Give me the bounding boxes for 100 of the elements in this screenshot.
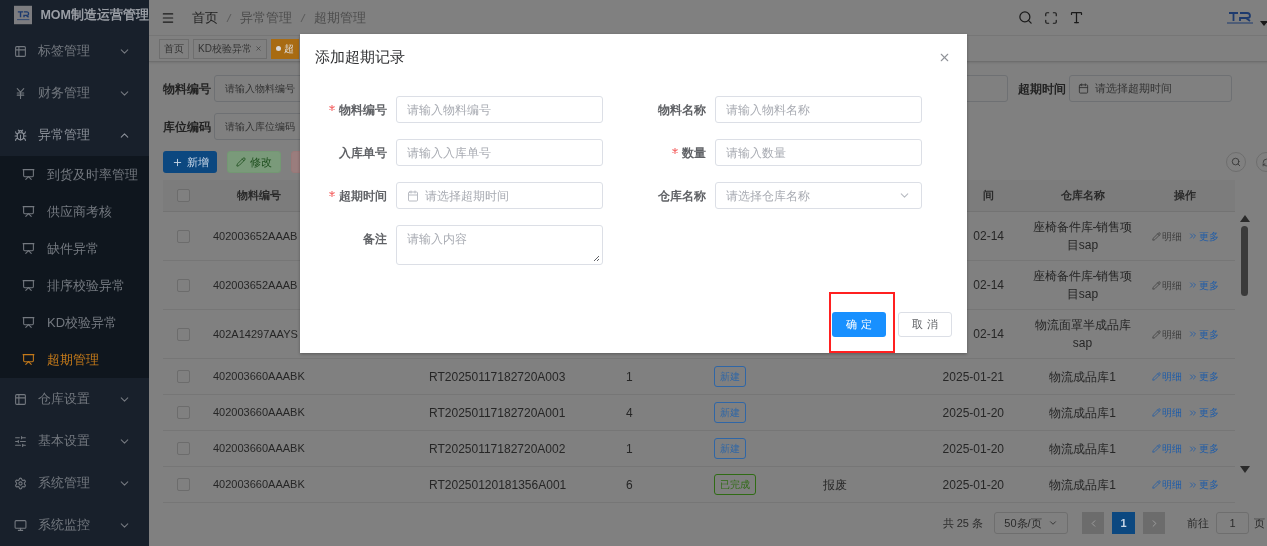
table-icon	[14, 44, 27, 58]
detail-link[interactable]: 明细	[1151, 228, 1182, 244]
sidebar-submenu-item[interactable]: 排序校验异常	[0, 267, 149, 304]
more-link[interactable]: 更多	[1187, 369, 1219, 384]
date-picker-field[interactable]: 请选择超期时间	[396, 182, 603, 209]
table-cell-text: 02-14	[973, 326, 1005, 343]
sidebar-menu-item[interactable]: 系统管理	[0, 462, 149, 504]
detail-link[interactable]: 明细	[1151, 326, 1182, 342]
table-cell-text: 2025-01-20	[942, 404, 1005, 422]
total-count: 共 25 条	[942, 515, 983, 531]
presentation-icon	[22, 353, 35, 366]
page-tab[interactable]: 超	[270, 38, 299, 59]
detail-link[interactable]: 明细	[1151, 405, 1182, 420]
textarea-field[interactable]: 请输入内容	[396, 225, 603, 265]
detail-link[interactable]: 明细	[1151, 441, 1182, 456]
more-link[interactable]: 更多	[1187, 277, 1219, 293]
pencil-icon	[236, 157, 246, 167]
presentation-icon	[22, 279, 35, 292]
select-field[interactable]: 请选择仓库名称	[715, 182, 922, 209]
table-cell-text: 02-14	[973, 277, 1005, 294]
scroll-up-icon[interactable]	[1239, 215, 1250, 222]
table-cell-text: 物流面罩半成品库sap	[1033, 317, 1132, 352]
sidebar-submenu-item[interactable]: 超期管理	[0, 341, 149, 378]
sidebar-menu-item[interactable]: 异常管理	[0, 114, 149, 156]
caret-down-icon[interactable]	[1260, 21, 1267, 26]
sidebar-menu-item[interactable]: 基本设置	[0, 420, 149, 462]
logo-icon	[14, 3, 33, 27]
field-label: 物料编号	[163, 80, 212, 98]
chevron-down-icon	[1047, 518, 1058, 528]
prev-page-button[interactable]	[1082, 512, 1104, 534]
table-cell-text: RT20250117182720A002	[428, 440, 567, 458]
separator-icon	[226, 12, 232, 23]
table-icon	[14, 392, 27, 406]
next-page-button[interactable]	[1143, 512, 1165, 534]
form-label: 入库单号	[339, 144, 387, 162]
detail-link[interactable]: 明细	[1151, 277, 1182, 293]
table-cell-text: 402003652AAAB	[213, 228, 298, 244]
fullscreen-icon[interactable]	[1044, 10, 1058, 25]
close-icon[interactable]	[254, 45, 262, 52]
double-chevron-icon	[1187, 231, 1198, 241]
detail-link[interactable]: 明细	[1151, 369, 1182, 384]
column-header: 间	[983, 188, 995, 204]
presentation-icon	[22, 205, 35, 218]
column-header: 物料编号	[236, 188, 281, 204]
table-cell-text: RT20250117182720A001	[428, 404, 567, 422]
presentation-icon	[22, 242, 35, 255]
page-tab[interactable]: KD校验异常	[193, 38, 267, 59]
input-field[interactable]: 请输入物料名称	[715, 96, 922, 123]
required-asterisk-icon	[329, 190, 335, 197]
scroll-down-icon[interactable]	[1239, 466, 1250, 473]
pencil-icon	[1151, 231, 1161, 241]
pencil-icon	[1151, 280, 1161, 290]
input-field[interactable]: 请输入数量	[715, 139, 922, 166]
presentation-icon	[22, 316, 35, 329]
more-link[interactable]: 更多	[1187, 326, 1219, 342]
form-label: 物料编号	[339, 101, 387, 119]
more-link[interactable]: 更多	[1187, 228, 1219, 244]
breadcrumb-item[interactable]: 首页	[192, 7, 218, 28]
more-link[interactable]: 更多	[1187, 477, 1219, 492]
sidebar-submenu-item[interactable]: KD校验异常	[0, 304, 149, 341]
page-tab[interactable]: 首页	[159, 38, 189, 59]
menu-icon[interactable]	[161, 10, 175, 25]
column-header: 操作	[1174, 188, 1196, 204]
dialog-button[interactable]: 取 消	[898, 312, 952, 337]
input-field[interactable]: 请输入入库单号	[396, 139, 603, 166]
table-cell-text: 2025-01-20	[942, 476, 1005, 494]
date-picker-field[interactable]: 请选择超期时间	[1069, 75, 1232, 102]
sliders-icon	[14, 434, 27, 448]
sidebar-menu-item[interactable]: 财务管理	[0, 72, 149, 114]
double-chevron-icon	[1187, 443, 1198, 454]
page-number-button[interactable]: 1	[1112, 512, 1135, 534]
sidebar-submenu-item[interactable]: 供应商考核	[0, 193, 149, 230]
sidebar-menu-item[interactable]: 仓库设置	[0, 378, 149, 420]
dialog-title: 添加超期记录	[315, 46, 405, 67]
calendar-icon	[1078, 83, 1089, 94]
text-size-icon[interactable]	[1069, 10, 1084, 25]
page-size-select[interactable]: 50条/页	[994, 512, 1068, 534]
dialog-button[interactable]: 确 定	[832, 312, 886, 337]
search-icon[interactable]	[1018, 10, 1033, 25]
separator-icon	[300, 12, 306, 23]
resize-grip-icon	[593, 255, 600, 262]
table-cell-text: 1	[625, 368, 634, 386]
detail-link[interactable]: 明细	[1151, 477, 1182, 492]
presentation-icon	[22, 168, 35, 181]
status-tag: 新建	[714, 366, 746, 387]
page-suffix: 页	[1254, 515, 1265, 531]
toolbar-button[interactable]: 新增	[163, 151, 217, 173]
sidebar-menu-item[interactable]: 系统监控	[0, 504, 149, 546]
more-link[interactable]: 更多	[1187, 441, 1219, 456]
sidebar-menu-item[interactable]: 标签管理	[0, 30, 149, 72]
goto-page-field[interactable]: 1	[1216, 512, 1249, 534]
more-link[interactable]: 更多	[1187, 405, 1219, 420]
pencil-icon	[1151, 329, 1161, 339]
plus-icon	[171, 156, 183, 168]
input-field[interactable]: 请输入物料编号	[396, 96, 603, 123]
sidebar-submenu-item[interactable]: 缺件异常	[0, 230, 149, 267]
sidebar-submenu-item[interactable]: 到货及时率管理	[0, 156, 149, 193]
double-chevron-icon	[1187, 407, 1198, 418]
form-label: 仓库名称	[658, 187, 706, 205]
scrollbar-thumb[interactable]	[1241, 226, 1248, 296]
